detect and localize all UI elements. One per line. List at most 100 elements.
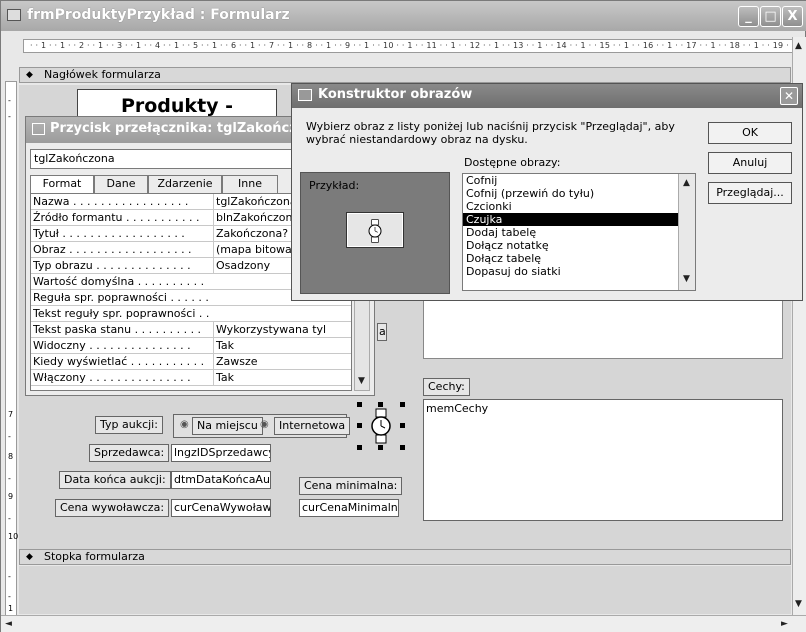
form-design-window: frmProduktyPrzykład : Formularz _ □ X · … (0, 0, 806, 632)
scroll-down-icon[interactable]: ▼ (683, 274, 690, 284)
partial-label[interactable]: a (377, 323, 387, 341)
property-name: Reguła spr. poprawności . . . . . . (33, 291, 209, 304)
browse-button[interactable]: Przeglądaj... (708, 182, 792, 204)
ruler-mark: 7 (8, 410, 14, 419)
product-image-frame[interactable] (423, 297, 783, 359)
radio-internet-icon[interactable]: ◉ (260, 419, 269, 430)
list-item[interactable]: Czcionki (463, 200, 695, 213)
close-button[interactable]: X (782, 6, 803, 27)
property-row[interactable]: Tekst reguły spr. poprawności . . (31, 306, 351, 322)
radio-on-site-icon[interactable]: ◉ (180, 419, 189, 430)
watch-icon (368, 219, 382, 243)
radio-on-site-label[interactable]: Na miejscu (192, 417, 263, 435)
end-date-label[interactable]: Data końca aukcji: (59, 471, 171, 489)
minimize-button[interactable]: _ (738, 6, 759, 27)
list-item[interactable]: Dodaj tabelę (463, 226, 695, 239)
horizontal-ruler[interactable]: · · 1 · · 1 · · 2 · · 1 · · 3 · · 1 · · … (23, 39, 793, 53)
ruler-mark: - (8, 592, 11, 601)
scroll-right-icon[interactable]: ► (781, 619, 788, 629)
end-date-field[interactable]: dtmDataKońcaAukc (171, 471, 271, 489)
ok-button[interactable]: OK (708, 122, 792, 144)
section-marker-icon: ◆ (26, 552, 33, 562)
preview-label: Przykład: (309, 179, 360, 192)
tab-data[interactable]: Dane (94, 175, 148, 193)
scroll-down-icon[interactable]: ▼ (358, 376, 365, 386)
start-price-field[interactable]: curCenaWywoławc (171, 499, 271, 517)
min-price-field[interactable]: curCenaMinimalna (299, 499, 399, 517)
seller-field[interactable]: lngzIDSprzedawcy (171, 444, 271, 462)
property-row[interactable]: Widoczny . . . . . . . . . . . . . . . Ta… (31, 338, 351, 354)
property-name: Tekst reguły spr. poprawności . . (33, 307, 210, 320)
cancel-button[interactable]: Anuluj (708, 152, 792, 174)
selection-handle[interactable] (400, 402, 405, 407)
selection-handle[interactable] (378, 402, 383, 407)
horizontal-scrollbar[interactable]: ◄ ► (1, 615, 806, 632)
footer-section[interactable] (19, 566, 791, 614)
preview-panel: Przykład: (300, 172, 450, 294)
radio-internet-label[interactable]: Internetowa (274, 417, 351, 435)
selection-handle[interactable] (400, 445, 405, 450)
ruler-mark: - (8, 572, 11, 581)
maximize-button[interactable]: □ (760, 6, 781, 27)
selection-handle[interactable] (357, 423, 362, 428)
property-name: Widoczny . . . . . . . . . . . . . . . (33, 339, 191, 352)
list-item[interactable]: Cofnij (463, 174, 695, 187)
min-price-label[interactable]: Cena minimalna: (299, 477, 403, 495)
ruler-mark: - (8, 474, 11, 483)
dialog-close-button[interactable]: ✕ (780, 87, 798, 105)
dialog-titlebar[interactable]: Konstruktor obrazów ✕ (292, 84, 802, 108)
list-item[interactable]: Dołącz tabelę (463, 252, 695, 265)
ruler-mark: 10 (8, 532, 19, 541)
available-images-list[interactable]: Cofnij Cofnij (przewiń do tyłu) Czcionki… (462, 173, 696, 291)
dialog-title: Konstruktor obrazów (318, 87, 473, 102)
form-footer-section-bar[interactable]: ◆ Stopka formularza (19, 549, 791, 565)
property-name: Włączony . . . . . . . . . . . . . . . (33, 371, 191, 384)
list-item[interactable]: Dopasuj do siatki (463, 265, 695, 278)
selection-handle[interactable] (357, 402, 362, 407)
property-value[interactable]: Wykorzystywana tyl (213, 322, 351, 337)
form-footer-label: Stopka formularza (44, 550, 145, 563)
scroll-left-icon[interactable]: ◄ (5, 619, 12, 629)
section-marker-icon: ◆ (26, 70, 33, 80)
dialog-icon (298, 89, 312, 101)
property-row[interactable]: Włączony . . . . . . . . . . . . . . . Ta… (31, 370, 351, 386)
selected-toggle-button[interactable] (357, 402, 405, 450)
list-item[interactable]: Cofnij (przewiń do tyłu) (463, 187, 695, 200)
ruler-mark: - (8, 514, 11, 523)
property-row[interactable]: Kiedy wyświetlać . . . . . . . . . . . Za… (31, 354, 351, 370)
tab-other[interactable]: Inne (222, 175, 278, 193)
available-images-label: Dostępne obrazy: (464, 156, 561, 169)
property-name: Tekst paska stanu . . . . . . . . . . (33, 323, 202, 336)
property-sheet-icon (32, 123, 45, 135)
property-value[interactable]: Zawsze (213, 354, 351, 369)
selection-handle[interactable] (357, 445, 362, 450)
tab-format[interactable]: Format (30, 175, 94, 193)
scroll-up-icon[interactable]: ▲ (683, 178, 690, 188)
form-header-label: Nagłówek formularza (44, 68, 161, 81)
selection-handle[interactable] (400, 423, 405, 428)
property-value[interactable]: Tak (213, 338, 351, 353)
seller-label[interactable]: Sprzedawca: (89, 444, 170, 462)
vertical-ruler[interactable]: - - 7 - 8 - 9 - 10 - 1 - (5, 81, 19, 616)
list-item[interactable]: Dołącz notatkę (463, 239, 695, 252)
scroll-up-icon[interactable]: ▲ (795, 41, 802, 51)
images-list-scrollbar[interactable]: ▲ ▼ (678, 174, 695, 290)
selection-handle[interactable] (378, 445, 383, 450)
auction-type-option-group[interactable]: ◉ Na miejscu ◉ Internetowa (173, 414, 351, 438)
form-header-section-bar[interactable]: ◆ Nagłówek formularza (19, 67, 791, 83)
form-icon (7, 9, 21, 21)
window-title: frmProduktyPrzykład : Formularz (27, 7, 290, 23)
tab-event[interactable]: Zdarzenie (148, 175, 222, 193)
dialog-instructions: Wybierz obraz z listy poniżej lub naciśn… (306, 120, 675, 146)
list-item-selected[interactable]: Czujka (463, 213, 695, 226)
start-price-label[interactable]: Cena wywoławcza: (55, 499, 170, 517)
scroll-down-icon[interactable]: ▼ (795, 599, 802, 609)
ruler-mark: - (8, 96, 11, 105)
property-row[interactable]: Tekst paska stanu . . . . . . . . . . Wyk… (31, 322, 351, 338)
features-memo-field[interactable]: memCechy (423, 399, 783, 521)
property-value[interactable]: Tak (213, 370, 351, 385)
window-titlebar[interactable]: frmProduktyPrzykład : Formularz _ □ X (1, 1, 806, 31)
property-name: Wartość domyślna . . . . . . . . . . (33, 275, 205, 288)
auction-type-label[interactable]: Typ aukcji: (95, 416, 163, 434)
features-label[interactable]: Cechy: (423, 378, 470, 396)
